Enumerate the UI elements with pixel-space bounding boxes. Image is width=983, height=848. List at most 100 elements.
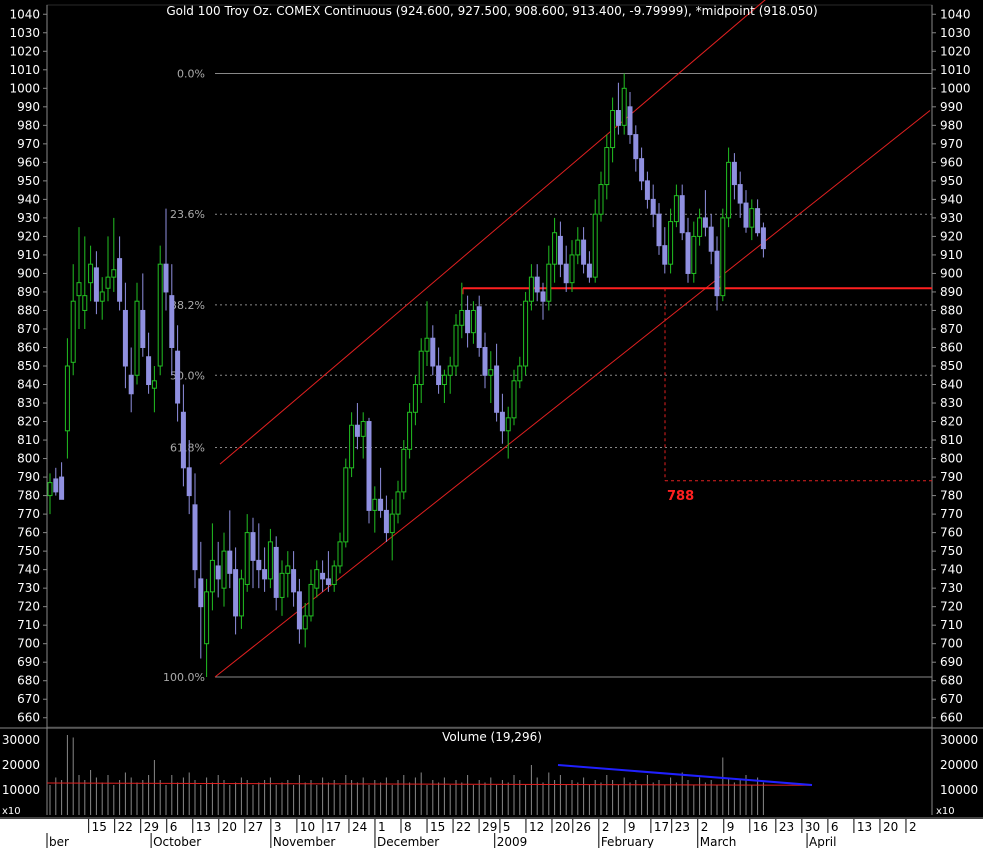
y-tick-label-right: 980 (940, 118, 963, 132)
candle (749, 199, 755, 241)
x-tick-label: 27 (248, 820, 263, 834)
y-tick-label-right: 860 (940, 340, 963, 354)
candle (105, 236, 111, 302)
y-tick-label-left: 950 (17, 174, 40, 188)
candle-body (586, 263, 592, 278)
candle-body (412, 384, 418, 413)
y-tick-label-left: 940 (17, 192, 40, 206)
y-tick-label-left: 750 (17, 544, 40, 558)
candle-body (140, 309, 146, 348)
x-tick-label: 9 (727, 820, 735, 834)
candle (470, 301, 476, 344)
x-tick-label: 16 (753, 820, 768, 834)
y-tick-label-left: 990 (17, 100, 40, 114)
candle-body (209, 559, 215, 593)
candle (82, 236, 88, 329)
y-tick-label-right: 990 (940, 100, 963, 114)
candle (604, 134, 610, 200)
y-tick-label-left: 860 (17, 340, 40, 354)
x-tick-label: 15 (430, 820, 445, 834)
candle (122, 282, 128, 389)
y-tick-label-right: 660 (940, 711, 963, 725)
volume-tick-label-left: 30000 (2, 733, 40, 747)
y-tick-label-left: 900 (17, 266, 40, 280)
candle-body (453, 324, 459, 367)
candle (134, 282, 140, 385)
candle-body (273, 546, 279, 598)
candle (64, 338, 70, 459)
y-tick-label-left: 820 (17, 415, 40, 429)
candle-body (250, 532, 256, 561)
candle-body (488, 369, 494, 376)
x-tick-label: 2 (602, 820, 610, 834)
chart-title: Gold 100 Troy Oz. COMEX Continuous (924.… (166, 4, 817, 18)
candle (592, 199, 598, 283)
candle-body (708, 226, 714, 252)
candle (511, 369, 517, 426)
candle-body (53, 478, 59, 493)
chart-window: 660 660 670 670 680 680 690 690 700 700 710 710 720 7… (0, 0, 983, 848)
candle (378, 467, 384, 518)
candle (569, 240, 575, 292)
candle-body (743, 202, 749, 228)
candle (523, 291, 529, 376)
x-tick-label: 22 (118, 820, 133, 834)
candle (494, 343, 500, 422)
candle (633, 125, 639, 172)
candle-body (314, 569, 320, 589)
y-tick-label-left: 670 (17, 692, 40, 706)
candle-body (581, 239, 587, 265)
volume-title: Volume (19,296) (442, 730, 542, 744)
candle-body (221, 550, 227, 589)
candle-body (436, 365, 442, 386)
candle (59, 462, 65, 500)
candle-body (343, 467, 349, 543)
candle (430, 325, 436, 376)
candle (204, 578, 210, 678)
candle-body (755, 208, 761, 234)
y-tick-label-left: 880 (17, 303, 40, 317)
candle (331, 560, 337, 592)
y-tick-label-right: 800 (940, 452, 963, 466)
candle-body (169, 295, 175, 348)
month-label: October (153, 835, 201, 848)
y-tick-label-right: 1040 (940, 7, 971, 21)
candle-body (673, 195, 679, 223)
y-tick-label-right: 960 (940, 155, 963, 169)
candle (291, 551, 297, 607)
candle-body (99, 291, 105, 302)
x-tick-label: 1 (378, 820, 386, 834)
y-tick-label-left: 770 (17, 507, 40, 521)
candle-body (517, 365, 523, 382)
candle-body (459, 309, 465, 326)
candle-body (668, 221, 674, 265)
x-tick-label: 15 (92, 820, 107, 834)
candle-body (598, 184, 604, 215)
candle-body (499, 411, 505, 432)
candle-body (633, 134, 639, 160)
candle-body (285, 565, 291, 574)
candle-body (93, 267, 99, 302)
x-tick-label: 13 (857, 820, 872, 834)
candle-body (151, 380, 157, 389)
y-tick-label-left: 790 (17, 470, 40, 484)
candle (372, 486, 378, 533)
month-label: February (601, 835, 654, 848)
candle-body (383, 509, 389, 534)
candle (233, 547, 239, 635)
candle-body (534, 276, 540, 293)
candle (418, 338, 424, 404)
volume-trend-line (557, 764, 813, 786)
y-tick-label-right: 880 (940, 303, 963, 317)
candle (128, 347, 134, 413)
candle (395, 480, 401, 524)
candle-body (198, 578, 204, 608)
x-tick-label: 23 (675, 820, 690, 834)
candle-body (731, 161, 737, 186)
candle-body (59, 476, 65, 500)
candle (93, 251, 99, 315)
candle-body (627, 106, 633, 136)
candle-body (592, 213, 598, 278)
candle (650, 184, 656, 228)
y-tick-label-left: 780 (17, 489, 40, 503)
